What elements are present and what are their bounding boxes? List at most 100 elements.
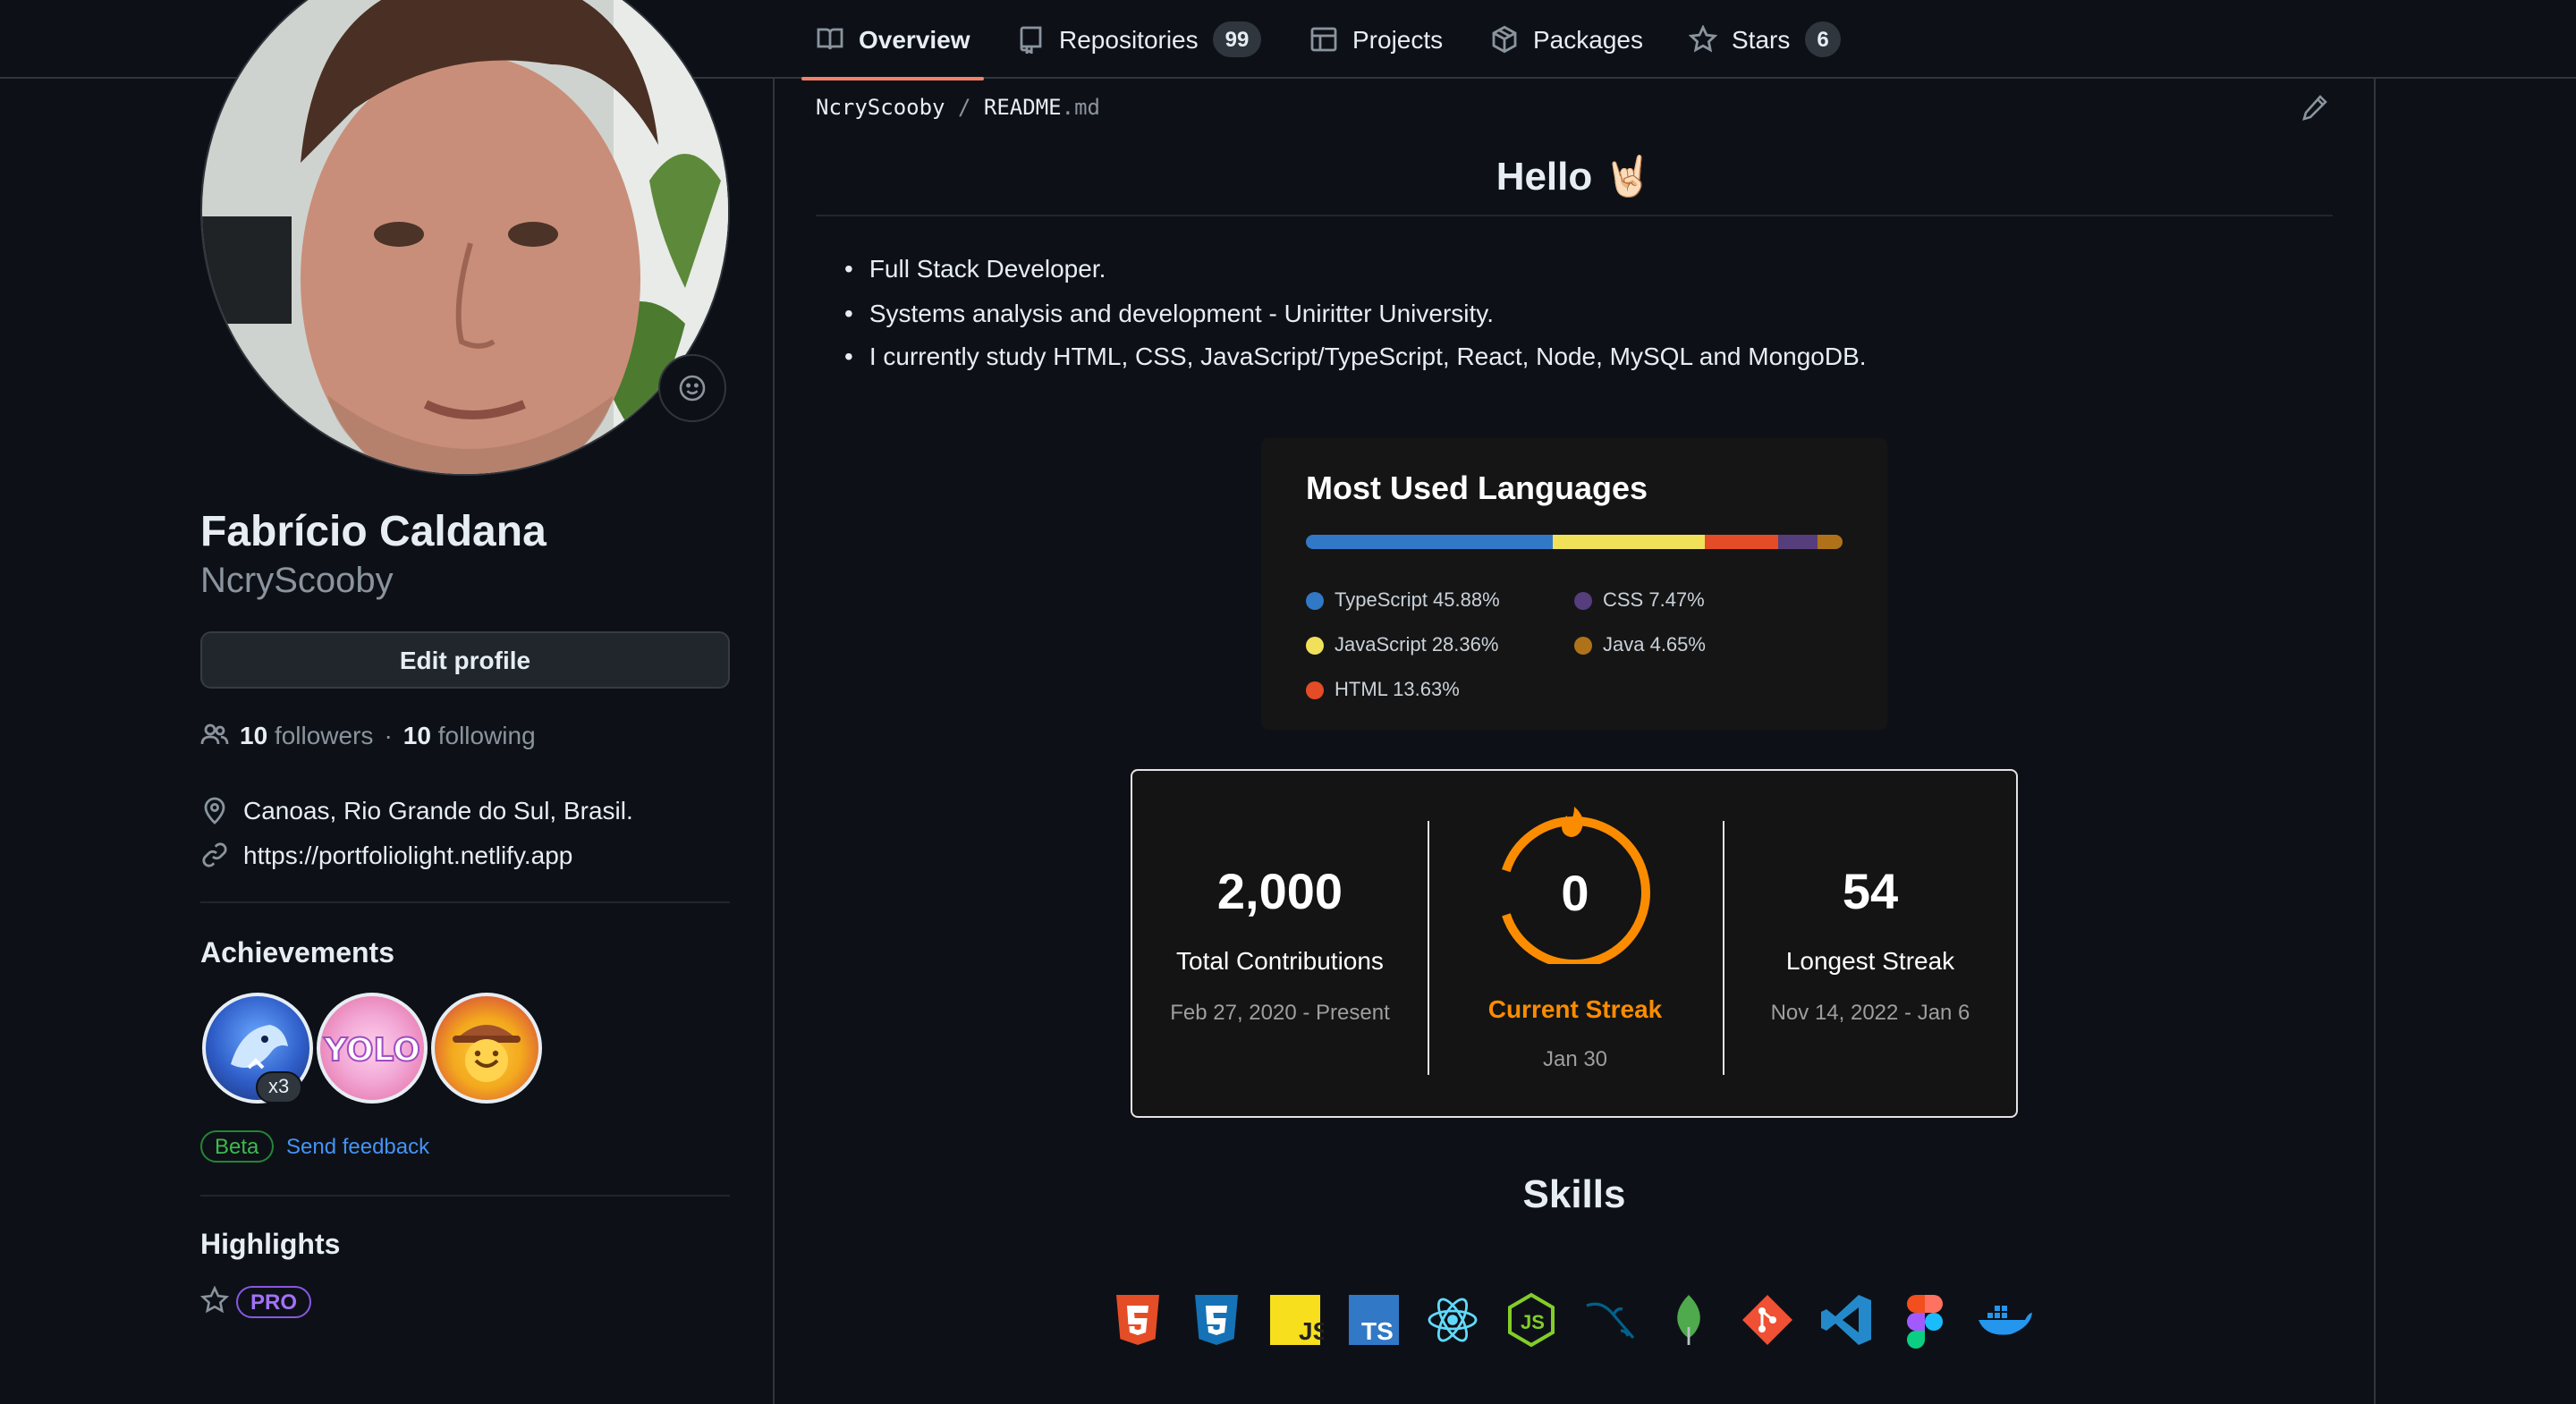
svg-text:JS: JS bbox=[1521, 1311, 1545, 1333]
link-icon bbox=[202, 842, 227, 867]
stars-count: 6 bbox=[1804, 21, 1842, 57]
total-contributions-label: Total Contributions bbox=[1176, 946, 1384, 975]
language-bar-segment bbox=[1704, 535, 1778, 549]
mysql-icon bbox=[1586, 1302, 1635, 1340]
git-icon bbox=[1742, 1295, 1792, 1345]
language-color-dot bbox=[1306, 681, 1324, 699]
tab-repositories[interactable]: Repositories 99 bbox=[1016, 0, 1262, 79]
achievement-count-badge: x3 bbox=[256, 1071, 302, 1104]
language-color-dot bbox=[1574, 592, 1592, 610]
readme-file-link[interactable]: README.md bbox=[984, 95, 1100, 120]
language-item-typescript: TypeScript 45.88% bbox=[1306, 590, 1500, 612]
language-item-java: Java 4.65% bbox=[1574, 635, 1706, 656]
package-icon bbox=[1492, 25, 1517, 54]
tab-packages-label: Packages bbox=[1533, 25, 1643, 54]
yolo-achievement-icon[interactable]: YOLO bbox=[317, 993, 428, 1104]
nodejs-icon: JS bbox=[1508, 1292, 1555, 1348]
tab-projects-label: Projects bbox=[1352, 25, 1444, 54]
language-color-dot bbox=[1306, 637, 1324, 655]
highlights-title: Highlights bbox=[200, 1231, 341, 1261]
readme-repo-link[interactable]: NcryScooby bbox=[816, 95, 945, 120]
readme-path-separator: / bbox=[957, 95, 971, 120]
website-link[interactable]: https://portfoliolight.netlify.app bbox=[243, 841, 572, 869]
tab-repositories-label: Repositories bbox=[1059, 25, 1199, 54]
current-streak-range: Jan 30 bbox=[1542, 1046, 1608, 1071]
sidebar-divider bbox=[200, 901, 730, 903]
list-item: Full Stack Developer. bbox=[841, 247, 1867, 291]
languages-card-title: Most Used Languages bbox=[1306, 470, 1648, 506]
total-contributions-section: 2,000 Total Contributions Feb 27, 2020 -… bbox=[1132, 771, 1428, 1025]
tab-overview-label: Overview bbox=[859, 25, 970, 54]
total-contributions-value: 2,000 bbox=[1216, 864, 1343, 919]
avatar[interactable] bbox=[200, 0, 730, 476]
pencil-icon[interactable] bbox=[2301, 93, 2329, 122]
github-streak-card: 2,000 Total Contributions Feb 27, 2020 -… bbox=[1131, 769, 2018, 1118]
sidebar-divider bbox=[200, 1195, 730, 1197]
language-label: JavaScript 28.36% bbox=[1335, 635, 1499, 656]
tab-projects[interactable]: Projects bbox=[1309, 0, 1443, 79]
current-streak-value: 0 bbox=[1561, 866, 1589, 921]
tab-stars-label: Stars bbox=[1732, 25, 1791, 54]
edit-profile-button[interactable]: Edit profile bbox=[200, 631, 730, 689]
follow-separator: · bbox=[384, 721, 393, 749]
achievements-title: Achievements bbox=[200, 939, 394, 969]
languages-progress-bar bbox=[1306, 535, 1843, 549]
longest-streak-value: 54 bbox=[1842, 864, 1899, 919]
svg-text:JS: JS bbox=[1299, 1317, 1324, 1345]
smiley-icon bbox=[679, 375, 706, 402]
language-bar-segment bbox=[1306, 535, 1553, 549]
followers-link[interactable]: 10 followers bbox=[240, 721, 373, 749]
longest-streak-range: Nov 14, 2022 - Jan 6 bbox=[1770, 1000, 1970, 1025]
skills-heading: Skills bbox=[1522, 1171, 1626, 1216]
react-icon bbox=[1428, 1298, 1478, 1342]
language-item-javascript: JavaScript 28.36% bbox=[1306, 635, 1498, 656]
following-link[interactable]: 10 following bbox=[403, 721, 536, 749]
followers-label: followers bbox=[274, 721, 374, 749]
repositories-count: 99 bbox=[1212, 21, 1262, 57]
followers-count: 10 bbox=[240, 721, 268, 749]
book-icon bbox=[817, 28, 843, 50]
skills-icons-row: JS TS JS bbox=[1109, 1291, 2032, 1349]
vscode-icon bbox=[1821, 1295, 1871, 1345]
docker-icon bbox=[1979, 1306, 2032, 1335]
star-icon bbox=[1689, 25, 1717, 53]
set-status-button[interactable] bbox=[658, 354, 726, 422]
repo-icon bbox=[1020, 26, 1042, 54]
table-icon bbox=[1310, 27, 1337, 52]
longest-streak-label: Longest Streak bbox=[1785, 946, 1955, 975]
html5-icon bbox=[1116, 1295, 1159, 1345]
javascript-icon: JS bbox=[1270, 1295, 1324, 1345]
streak-divider bbox=[1428, 821, 1429, 1075]
current-streak-label: Current Streak bbox=[1487, 994, 1663, 1023]
list-item: Systems analysis and development - Uniri… bbox=[841, 291, 1867, 334]
location-text: Canoas, Rio Grande do Sul, Brasil. bbox=[243, 796, 633, 825]
language-label: HTML 13.63% bbox=[1335, 680, 1460, 701]
tab-packages[interactable]: Packages bbox=[1490, 0, 1643, 79]
readme-file-name: README bbox=[983, 95, 1062, 120]
send-feedback-link[interactable]: Send feedback bbox=[286, 1134, 429, 1159]
quickdraw-achievement-icon[interactable] bbox=[431, 993, 542, 1104]
tab-stars[interactable]: Stars 6 bbox=[1689, 0, 1842, 79]
longest-streak-section: 54 Longest Streak Nov 14, 2022 - Jan 6 bbox=[1723, 771, 2018, 1025]
svg-text:YOLO: YOLO bbox=[323, 1032, 420, 1069]
total-contributions-range: Feb 27, 2020 - Present bbox=[1170, 1000, 1390, 1025]
language-color-dot bbox=[1574, 637, 1592, 655]
mongodb-icon bbox=[1677, 1295, 1700, 1345]
people-icon bbox=[200, 723, 229, 745]
website-row: https://portfoliolight.netlify.app bbox=[200, 841, 572, 869]
language-bar-segment bbox=[1552, 535, 1705, 549]
location-row: Canoas, Rio Grande do Sul, Brasil. bbox=[200, 796, 633, 825]
profile-full-name: Fabrício Caldana bbox=[200, 508, 547, 556]
readme-breadcrumb: NcryScooby / README.md bbox=[816, 95, 1100, 120]
following-count: 10 bbox=[402, 721, 431, 749]
language-item-html: HTML 13.63% bbox=[1306, 680, 1460, 701]
figma-icon bbox=[1907, 1295, 1943, 1349]
beta-badge: Beta bbox=[200, 1130, 274, 1163]
bio-list: Full Stack Developer. Systems analysis a… bbox=[841, 247, 1867, 379]
language-bar-segment bbox=[1777, 535, 1818, 549]
readme-file-ext: .md bbox=[1061, 95, 1100, 120]
tab-overview[interactable]: Overview bbox=[801, 0, 986, 80]
list-item: I currently study HTML, CSS, JavaScript/… bbox=[841, 334, 1867, 378]
language-label: Java 4.65% bbox=[1603, 635, 1706, 656]
css3-icon bbox=[1195, 1295, 1238, 1345]
